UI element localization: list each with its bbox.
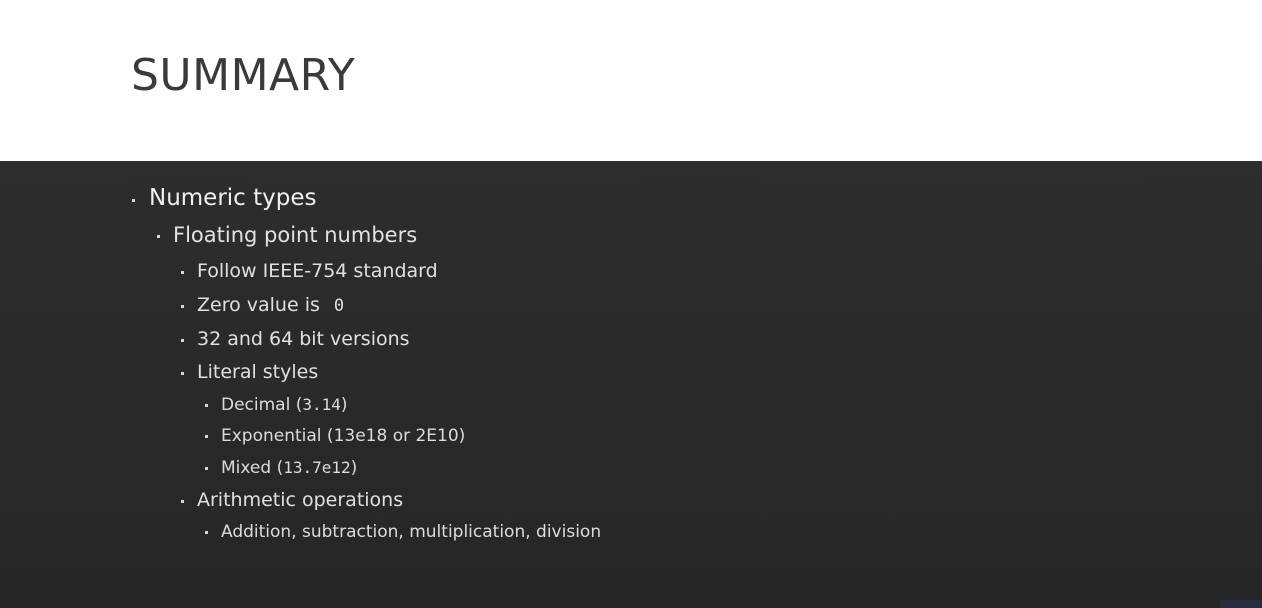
- bullet-mixed: Mixed (13.7e12): [205, 458, 358, 478]
- inline-code: 13.7e12: [283, 458, 351, 477]
- bullet-text: Floating point numbers: [173, 223, 418, 247]
- bullet-marker: [181, 372, 184, 375]
- bullet-bit-versions: 32 and 64 bit versions: [181, 328, 410, 350]
- bullet-decimal: Decimal (3.14): [205, 395, 348, 415]
- bullet-exponential: Exponential (13e18 or 2E10): [205, 426, 466, 446]
- bullet-marker: [205, 435, 208, 438]
- bullet-text-suffix: ): [350, 458, 358, 478]
- inline-code: 3.14: [302, 395, 341, 414]
- bullet-text: Literal styles: [197, 361, 319, 383]
- bullet-numeric-types: Numeric types: [132, 185, 317, 211]
- bullet-text: Decimal (: [221, 395, 303, 415]
- bullet-marker: [132, 199, 135, 202]
- bullet-marker: [181, 500, 184, 503]
- bullet-text: Numeric types: [149, 185, 317, 211]
- bullet-marker: [205, 404, 208, 407]
- corner-mark: [1220, 600, 1262, 608]
- bullet-marker: [181, 305, 184, 308]
- bullet-floating-point-numbers: Floating point numbers: [157, 223, 418, 247]
- bullet-text: Exponential (13e18 or 2E10): [221, 426, 466, 446]
- bullet-text-suffix: ): [340, 395, 348, 415]
- inline-code: 0: [333, 296, 345, 316]
- bullet-marker: [205, 467, 208, 470]
- bullet-marker: [181, 271, 184, 274]
- bullet-addition-subtraction: Addition, subtraction, multiplication, d…: [205, 522, 602, 542]
- slide-title: SUMMARY: [131, 50, 356, 101]
- bullet-text: Arithmetic operations: [197, 489, 404, 511]
- bullet-zero-value: Zero value is 0: [181, 294, 345, 316]
- bullet-ieee-754: Follow IEEE-754 standard: [181, 260, 438, 282]
- bullet-marker: [205, 531, 208, 534]
- bullet-text: Mixed (: [221, 458, 284, 478]
- bullet-marker: [181, 339, 184, 342]
- bullet-marker: [157, 235, 160, 238]
- bullet-arithmetic-operations: Arithmetic operations: [181, 489, 404, 511]
- bullet-text: Zero value is: [197, 294, 326, 316]
- bullet-text: 32 and 64 bit versions: [197, 328, 410, 350]
- bullet-literal-styles: Literal styles: [181, 361, 319, 383]
- slide-title-area: SUMMARY: [0, 0, 1262, 161]
- bullet-text: Follow IEEE-754 standard: [197, 260, 438, 282]
- bullet-text: Addition, subtraction, multiplication, d…: [221, 522, 602, 542]
- slide-content-area: Numeric types Floating point numbers Fol…: [0, 161, 1262, 608]
